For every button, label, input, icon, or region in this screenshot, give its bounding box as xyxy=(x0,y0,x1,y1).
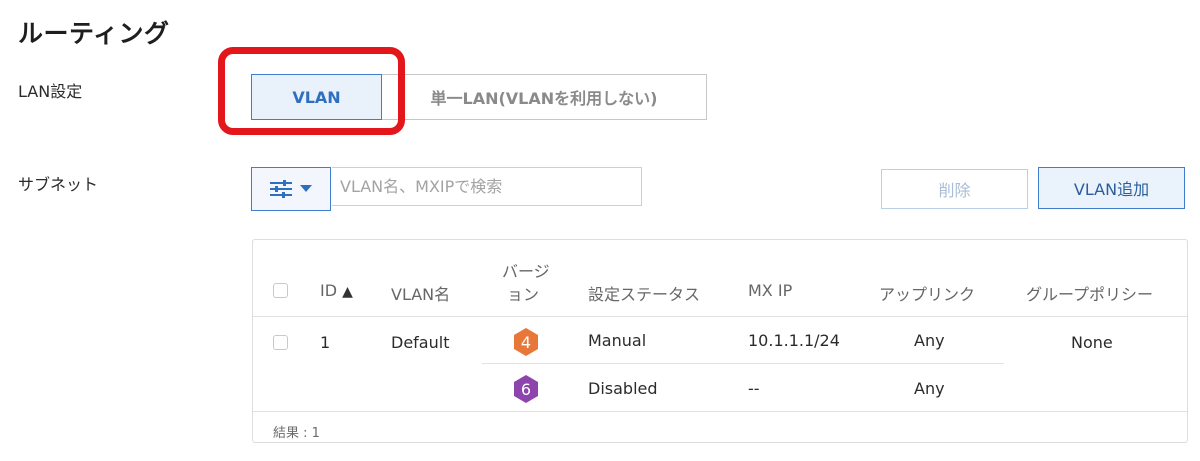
row-checkbox[interactable] xyxy=(273,335,288,350)
row-uplink-ipv6: Any xyxy=(914,379,945,398)
column-header-uplink[interactable]: アップリンク xyxy=(879,281,975,305)
column-header-id-label: ID xyxy=(320,281,338,300)
row-group-policy: None xyxy=(1071,333,1113,352)
row-status-ipv4: Manual xyxy=(588,331,647,350)
row-uplink-ipv4: Any xyxy=(914,331,945,350)
column-header-config-status[interactable]: 設定ステータス xyxy=(588,281,700,305)
filter-dropdown-button[interactable] xyxy=(251,167,331,211)
column-header-version-line1[interactable]: バージ xyxy=(502,258,550,282)
row-status-ipv6: Disabled xyxy=(588,379,658,398)
header-divider xyxy=(253,316,1187,317)
column-header-version-line2[interactable]: ョン xyxy=(507,281,539,305)
sort-ascending-icon: ▲ xyxy=(342,284,353,300)
row-vlan-name-link[interactable]: Default xyxy=(391,333,449,352)
single-lan-option-button[interactable]: 単一LAN(VLANを利用しない) xyxy=(382,74,707,120)
table-footer-divider xyxy=(253,411,1187,412)
search-input[interactable] xyxy=(332,167,642,206)
result-count: 結果 : 1 xyxy=(273,426,320,441)
row-mx-ip-ipv6: -- xyxy=(748,379,760,398)
column-header-group-policy[interactable]: グループポリシー xyxy=(1026,281,1153,305)
delete-button[interactable]: 削除 xyxy=(881,169,1028,209)
filter-sliders-icon xyxy=(270,180,292,198)
sub-row-divider xyxy=(482,363,1004,364)
row-id: 1 xyxy=(320,333,331,352)
column-header-vlan-name[interactable]: VLAN名 xyxy=(391,281,450,305)
column-header-mx-ip[interactable]: MX IP xyxy=(748,281,792,300)
lan-settings-label: LAN設定 xyxy=(18,82,83,101)
ipv4-version-icon: 4 xyxy=(514,328,538,356)
subnet-label: サブネット xyxy=(18,175,99,194)
lan-mode-toggle: VLAN 単一LAN(VLANを利用しない) xyxy=(251,74,707,120)
chevron-down-icon xyxy=(300,185,312,192)
ipv6-version-number: 6 xyxy=(521,380,531,399)
select-all-checkbox[interactable] xyxy=(273,283,288,298)
ipv4-version-number: 4 xyxy=(521,333,531,352)
row-mx-ip-ipv4: 10.1.1.1/24 xyxy=(748,331,840,350)
vlan-option-button[interactable]: VLAN xyxy=(251,74,382,120)
add-vlan-button[interactable]: VLAN追加 xyxy=(1038,167,1185,209)
ipv6-version-icon: 6 xyxy=(514,375,538,403)
page-title: ルーティング xyxy=(18,19,170,48)
column-header-id[interactable]: ID ▲ xyxy=(320,281,353,300)
